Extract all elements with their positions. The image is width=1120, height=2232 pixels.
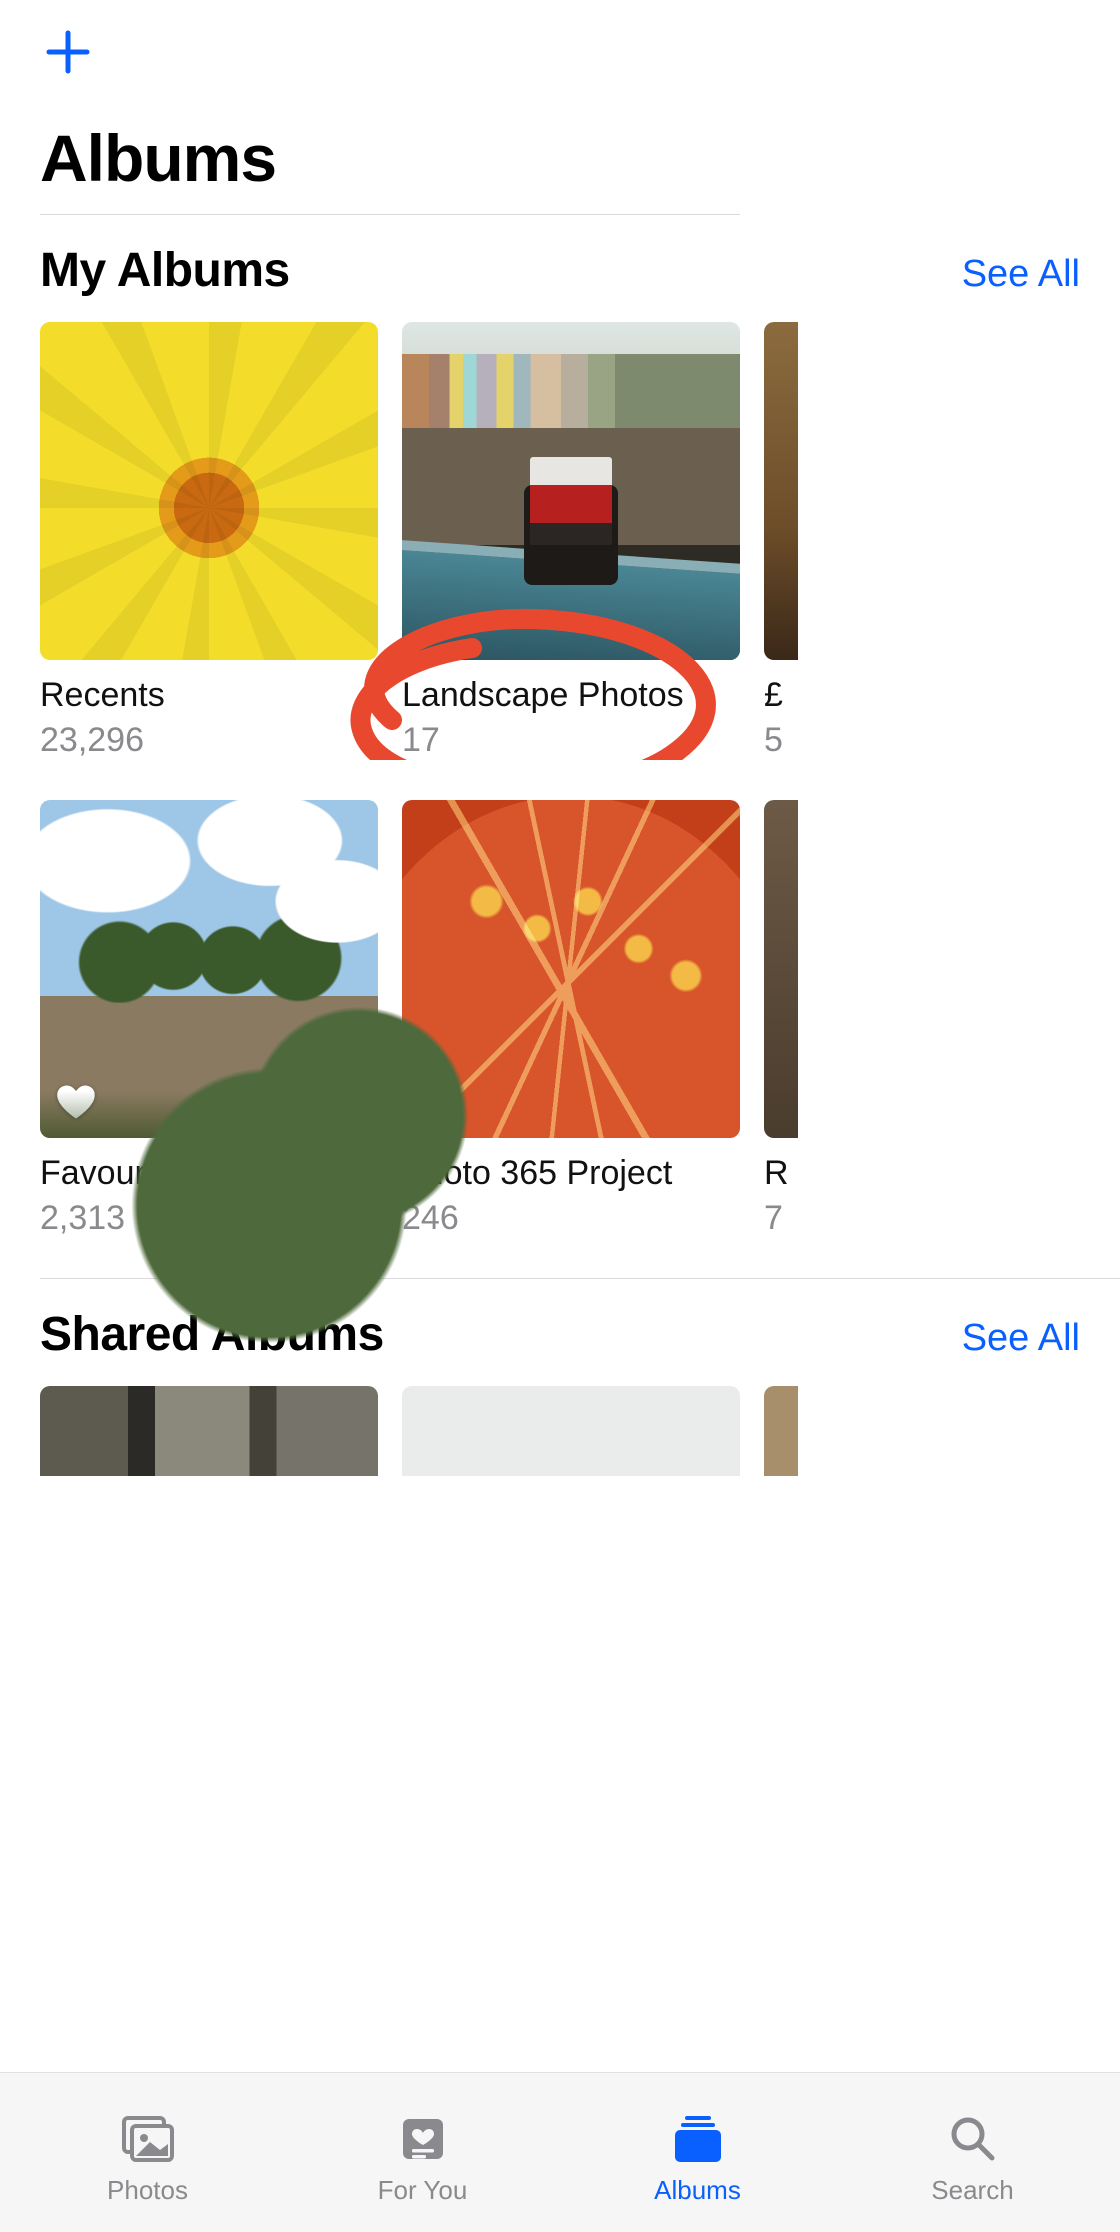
tab-label: Photos [107, 2175, 188, 2206]
tab-label: Albums [654, 2175, 741, 2206]
album-thumbnail [40, 322, 378, 660]
album-thumbnail [764, 322, 798, 660]
album-card-peek[interactable]: £ 5 [764, 322, 798, 760]
album-thumbnail [764, 800, 798, 1138]
tab-bar: Photos For You Albums [0, 2072, 1120, 2232]
shared-album-thumbnail[interactable] [402, 1386, 740, 1476]
albums-icon [670, 2111, 726, 2167]
tab-photos[interactable]: Photos [48, 2111, 248, 2206]
add-button[interactable] [40, 24, 96, 80]
album-thumbnail [402, 322, 740, 660]
see-all-shared-albums[interactable]: See All [962, 1317, 1080, 1360]
album-count: 5 [764, 721, 798, 760]
shared-album-thumbnail-peek[interactable] [764, 1386, 798, 1476]
for-you-icon [395, 2111, 451, 2167]
tab-label: Search [931, 2175, 1013, 2206]
tab-search[interactable]: Search [873, 2111, 1073, 2206]
album-name: R [764, 1154, 798, 1193]
photos-icon [120, 2111, 176, 2167]
tab-for-you[interactable]: For You [323, 2111, 523, 2206]
search-icon [945, 2111, 1001, 2167]
page-title: Albums [0, 90, 1120, 214]
shared-albums-row [0, 1386, 1120, 1476]
album-count: 7 [764, 1199, 798, 1238]
tab-albums[interactable]: Albums [598, 2111, 798, 2206]
album-name: £ [764, 676, 798, 715]
plus-icon [45, 29, 91, 75]
see-all-my-albums[interactable]: See All [962, 253, 1080, 296]
section-header-my-albums: My Albums See All [0, 215, 1120, 322]
top-toolbar [0, 0, 1120, 90]
tab-label: For You [378, 2175, 468, 2206]
album-card-peek[interactable]: R 7 [764, 800, 798, 1238]
section-title: My Albums [40, 243, 290, 298]
